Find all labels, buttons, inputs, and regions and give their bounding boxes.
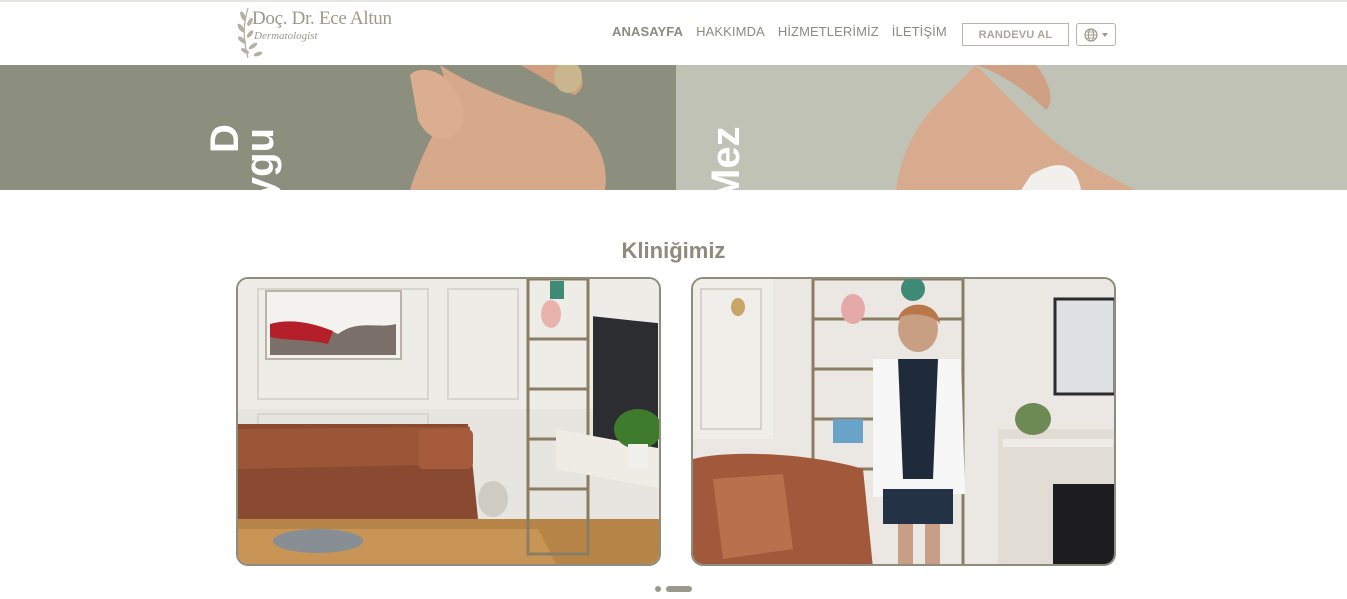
model-image-left <box>410 65 606 190</box>
clinic-photo-1[interactable] <box>236 277 661 566</box>
appointment-button[interactable]: RANDEVU AL <box>962 23 1069 46</box>
clinic-interior-image <box>238 279 659 564</box>
banner-text-right: Mez <box>704 126 748 190</box>
nav-item-hizmetlerimiz[interactable]: HİZMETLERİMİZ <box>778 24 879 39</box>
carousel-dot-2[interactable] <box>666 586 692 592</box>
model-image-right <box>896 65 1136 190</box>
brand-name: Doç. Dr. Ece Altun <box>252 8 392 29</box>
logo[interactable]: Doç. Dr. Ece Altun Dermatologist <box>234 6 394 62</box>
clinic-doctor-image <box>693 279 1114 564</box>
carousel-pagination <box>655 586 692 592</box>
globe-icon <box>1083 27 1098 42</box>
brand-subtitle: Dermatologist <box>254 30 318 42</box>
nav-item-iletisim[interactable]: İLETİŞİM <box>892 24 947 39</box>
language-selector[interactable] <box>1076 23 1116 46</box>
site-header: Doç. Dr. Ece Altun Dermatologist ANASAYF… <box>0 2 1347 65</box>
main-nav: ANASAYFA HAKKIMDA HİZMETLERİMİZ İLETİŞİM <box>612 24 947 39</box>
hero-slide-right[interactable]: Mez <box>676 65 1347 190</box>
carousel-dot-1[interactable] <box>655 586 661 592</box>
clinic-section-title: Kliniğimiz <box>621 238 726 263</box>
clinic-photo-2[interactable] <box>691 277 1116 566</box>
nav-item-hakkimda[interactable]: HAKKIMDA <box>696 24 765 39</box>
banner-text-left-2: Uygu <box>238 128 282 190</box>
nav-item-anasayfa[interactable]: ANASAYFA <box>612 24 683 39</box>
caret-down-icon <box>1101 32 1108 37</box>
hero-slide-left[interactable]: D Uygu <box>0 65 676 190</box>
